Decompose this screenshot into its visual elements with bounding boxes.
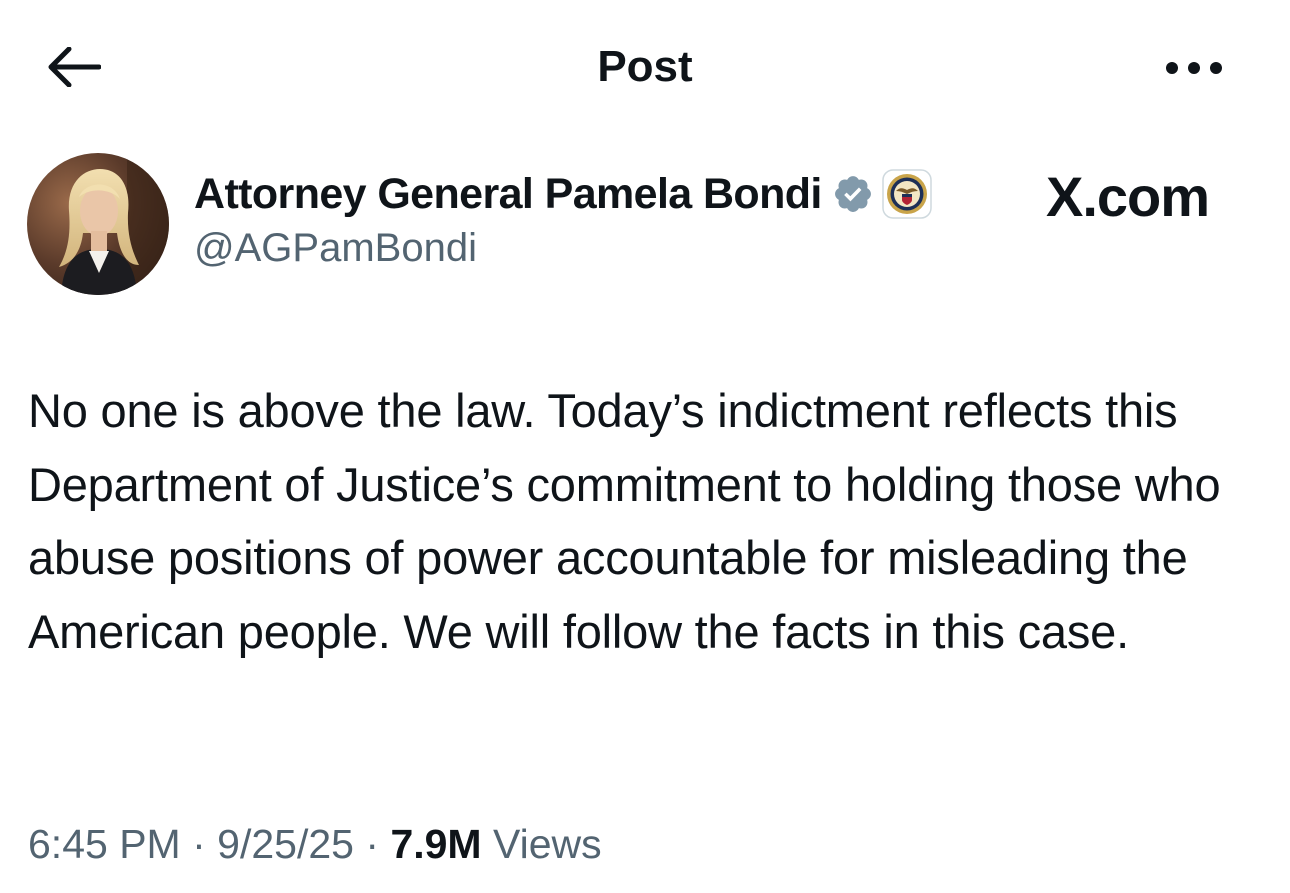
- more-horizontal-icon: [1166, 62, 1222, 74]
- top-navigation-bar: Post: [0, 0, 1290, 135]
- meta-separator: ·: [365, 821, 380, 867]
- author-name-row: Attorney General Pamela Bondi: [194, 166, 1024, 222]
- more-options-button[interactable]: [1158, 48, 1230, 88]
- profile-photo: [27, 153, 169, 295]
- author-display-name[interactable]: Attorney General Pamela Bondi: [194, 170, 822, 219]
- post-text: No one is above the law. Today’s indictm…: [28, 384, 1221, 658]
- post-time[interactable]: 6:45 PM: [28, 821, 181, 867]
- page-title: Post: [597, 42, 693, 91]
- post-date[interactable]: 9/25/25: [217, 821, 354, 867]
- author-handle[interactable]: @AGPamBondi: [194, 222, 1024, 274]
- post-metadata: 6:45 PM · 9/25/25 · 7.9M Views: [28, 817, 602, 871]
- author-info: Attorney General Pamela Bondi @AGPamBond…: [194, 166, 1024, 274]
- x-com-watermark: X.com: [1046, 164, 1210, 228]
- views-count[interactable]: 7.9M: [390, 821, 481, 867]
- views-label[interactable]: Views: [493, 821, 602, 867]
- x-com-watermark-text: X.com: [1046, 164, 1210, 228]
- author-avatar[interactable]: [27, 153, 169, 295]
- meta-separator: ·: [192, 821, 206, 867]
- verified-badge-icon[interactable]: [832, 173, 874, 215]
- department-of-justice-seal-icon[interactable]: [882, 169, 932, 219]
